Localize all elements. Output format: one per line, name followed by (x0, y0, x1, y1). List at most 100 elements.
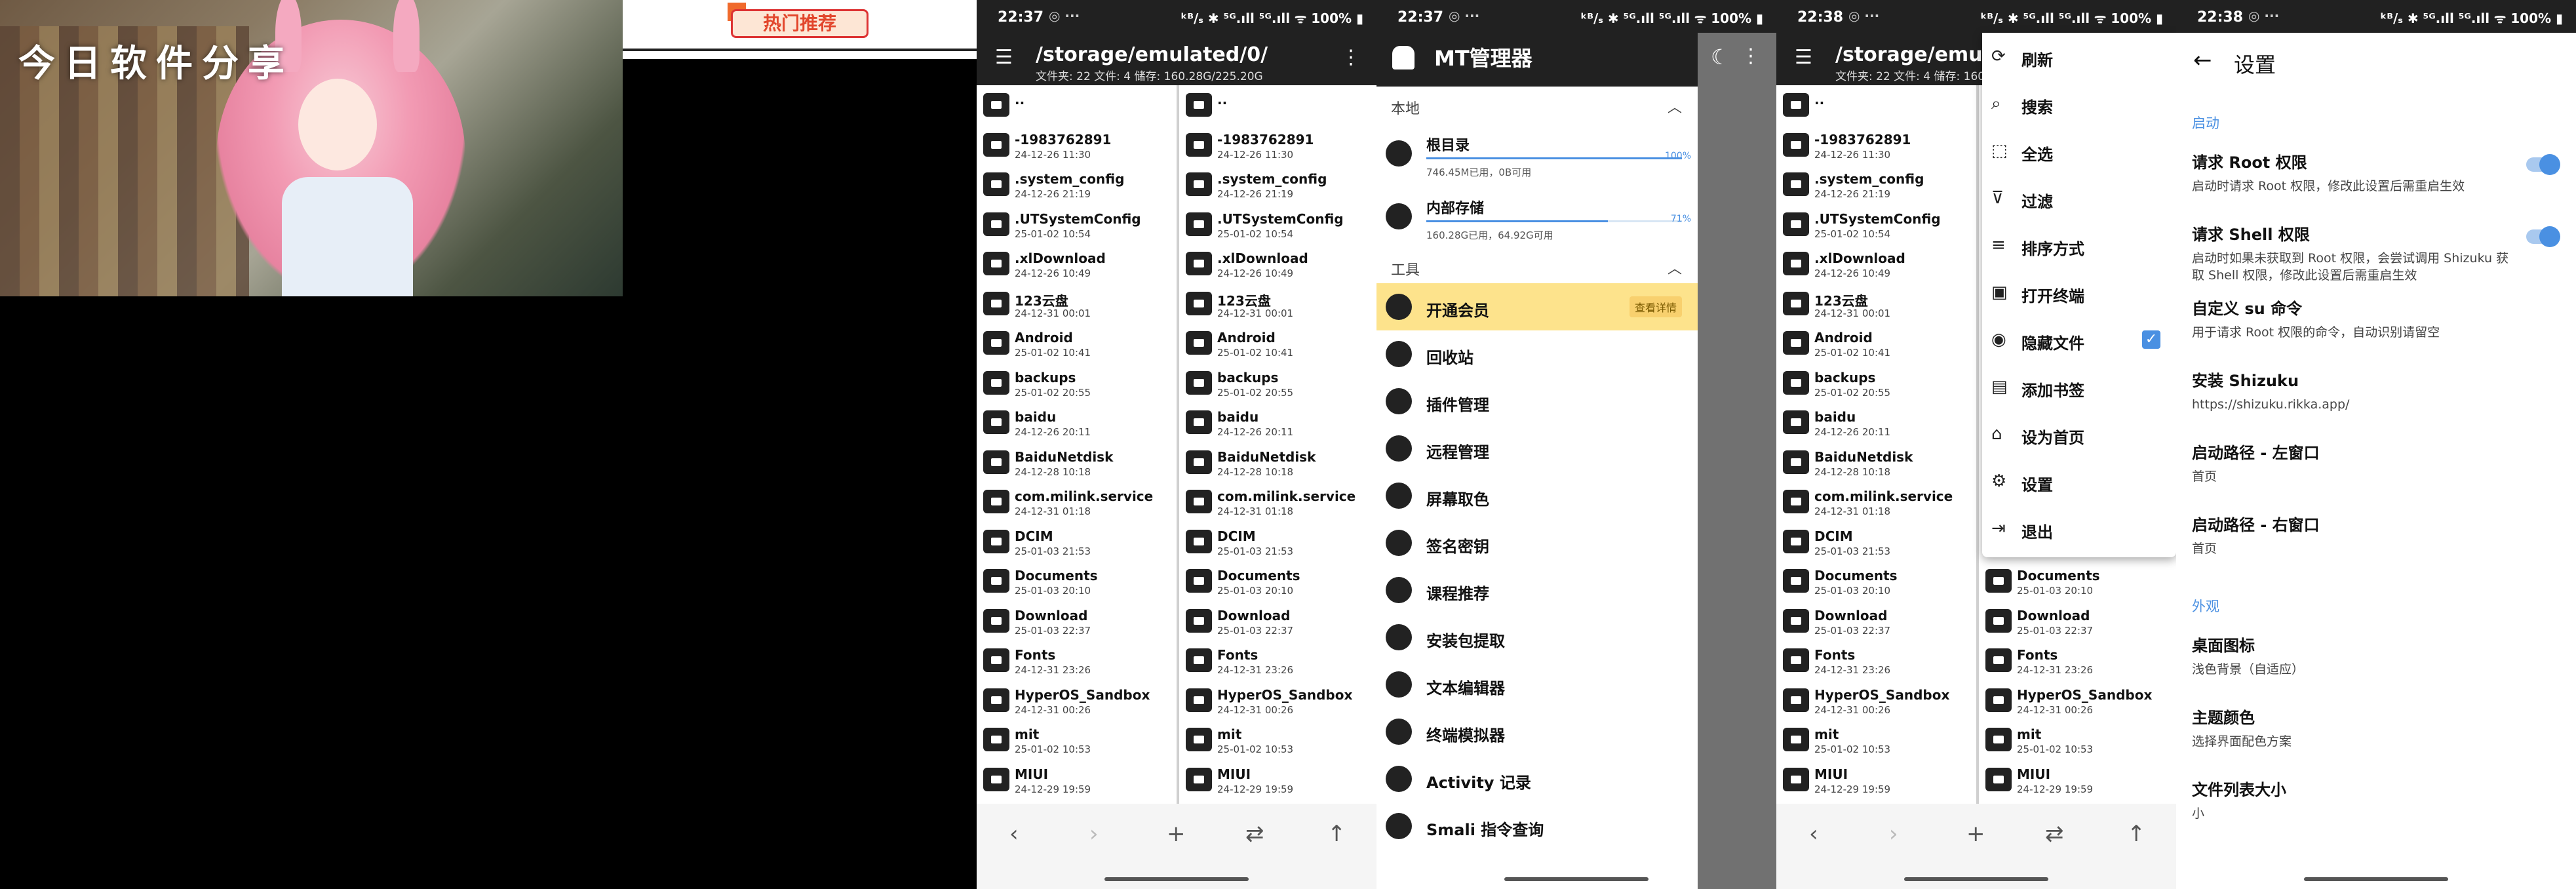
drawer-scrim[interactable] (1698, 33, 1776, 889)
file-row[interactable]: mit 25-01-02 10:53 (1979, 720, 2176, 760)
up-icon[interactable]: ↑ (1327, 821, 1346, 847)
drawer-item[interactable]: 签名密钥 (1376, 519, 1698, 566)
file-row[interactable]: mit 25-01-02 10:53 (1776, 720, 1976, 760)
settings-item[interactable]: 启动路径 - 左窗口 首页 (2176, 428, 2576, 500)
file-row[interactable]: Android25-01-02 10:41 (977, 323, 1177, 363)
file-row[interactable]: com.milink.service24-12-31 01:18 (1179, 482, 1376, 522)
back-icon[interactable]: ‹ (1009, 821, 1019, 847)
settings-item[interactable]: 启动路径 - 右窗口 首页 (2176, 500, 2576, 572)
file-row[interactable]: Android25-01-02 10:41 (1179, 323, 1376, 363)
file-row[interactable]: .system_config24-12-26 21:19 (1179, 165, 1376, 205)
storage-item[interactable]: 根目录 100% 746.45M已用，0B可用 (1376, 122, 1698, 185)
menu-item[interactable]: ≡ 排序方式 (1982, 222, 2176, 269)
swap-panes-icon[interactable]: ⇄ (1245, 821, 1264, 847)
vip-details-button[interactable]: 查看详情 (1629, 296, 1682, 317)
file-row[interactable]: -198376289124-12-26 11:30 (977, 125, 1177, 165)
file-row[interactable]: .xlDownload24-12-26 10:49 (1179, 244, 1376, 284)
menu-item[interactable]: ▣ 打开终端 (1982, 269, 2176, 316)
add-icon[interactable]: + (1966, 821, 1985, 847)
file-row[interactable]: backups25-01-02 20:55 (1776, 363, 1976, 403)
storage-item[interactable]: 内部存储 71% 160.28G已用，64.92G可用 (1376, 185, 1698, 248)
file-row[interactable]: DCIM25-01-03 21:53 (977, 522, 1177, 562)
toggle-switch[interactable] (2526, 226, 2560, 247)
file-row[interactable]: .xlDownload24-12-26 10:49 (977, 244, 1177, 284)
file-row[interactable]: Android25-01-02 10:41 (1776, 323, 1976, 363)
file-row[interactable]: .system_config24-12-26 21:19 (977, 165, 1177, 205)
file-row[interactable]: Download 25-01-03 22:37 (1776, 601, 1976, 641)
file-row[interactable]: MIUI 24-12-29 19:59 (1179, 760, 1376, 800)
drawer-item[interactable]: 远程管理 (1376, 425, 1698, 472)
menu-item[interactable]: ⬚ 全选 (1982, 127, 2176, 174)
add-icon[interactable]: + (1167, 821, 1186, 847)
swap-panes-icon[interactable]: ⇄ (2045, 821, 2064, 847)
menu-item[interactable]: ⟳ 刷新 (1982, 33, 2176, 80)
drawer-item[interactable]: 回收站 (1376, 330, 1698, 378)
file-row[interactable]: baidu24-12-26 20:11 (977, 403, 1177, 443)
file-row[interactable]: mit 25-01-02 10:53 (977, 720, 1177, 760)
file-row[interactable]: .xlDownload24-12-26 10:49 (1776, 244, 1976, 284)
file-row[interactable]: .. (977, 85, 1177, 125)
file-row[interactable]: MIUI 24-12-29 19:59 (1979, 760, 2176, 800)
more-options-icon[interactable]: ⋮ (1741, 45, 1761, 68)
menu-item[interactable]: ⚙ 设置 (1982, 458, 2176, 505)
forward-icon[interactable]: › (1089, 821, 1099, 847)
file-row[interactable]: 123云盘24-12-31 00:01 (1776, 284, 1976, 324)
settings-item[interactable]: 桌面图标 浅色背景（自适应） (2176, 621, 2576, 693)
file-row[interactable]: Download 25-01-03 22:37 (977, 601, 1177, 641)
vip-item[interactable]: 开通会员 查看详情 (1376, 283, 1698, 330)
file-row[interactable]: backups25-01-02 20:55 (977, 363, 1177, 403)
menu-item[interactable]: ▤ 添加书签 (1982, 363, 2176, 410)
file-row[interactable]: .. (1776, 85, 1976, 125)
file-row[interactable]: BaiduNetdisk24-12-28 10:18 (1776, 443, 1976, 483)
file-row[interactable]: backups25-01-02 20:55 (1179, 363, 1376, 403)
file-row[interactable]: Documents 25-01-03 20:10 (1979, 561, 2176, 601)
file-row[interactable]: BaiduNetdisk24-12-28 10:18 (977, 443, 1177, 483)
settings-item[interactable]: 请求 Root 权限 启动时请求 Root 权限，修改此设置后需重启生效 (2176, 138, 2576, 210)
more-options-icon[interactable]: ⋮ (1341, 46, 1361, 69)
night-mode-icon[interactable]: ☾ (1711, 45, 1730, 69)
file-row[interactable]: Documents 25-01-03 20:10 (977, 561, 1177, 601)
file-row[interactable]: MIUI 24-12-29 19:59 (1776, 760, 1976, 800)
drawer-item[interactable]: 安装包提取 (1376, 614, 1698, 661)
file-row[interactable]: baidu24-12-26 20:11 (1776, 403, 1976, 443)
file-row[interactable]: DCIM25-01-03 21:53 (1179, 522, 1376, 562)
section-tools[interactable]: 工具 ︿ (1376, 248, 1698, 283)
file-row[interactable]: Fonts 24-12-31 23:26 (977, 641, 1177, 681)
file-row[interactable]: Download 25-01-03 22:37 (1179, 601, 1376, 641)
settings-item[interactable]: 安装 Shizuku https://shizuku.rikka.app/ (2176, 356, 2576, 428)
drawer-item[interactable]: 文本编辑器 (1376, 661, 1698, 708)
settings-item[interactable]: 主题颜色 选择界面配色方案 (2176, 693, 2576, 765)
file-row[interactable]: 123云盘24-12-31 00:01 (977, 284, 1177, 324)
drawer-item[interactable]: 终端模拟器 (1376, 708, 1698, 755)
forward-icon[interactable]: › (1889, 821, 1898, 847)
menu-item[interactable]: ⊽ 过滤 (1982, 174, 2176, 222)
section-local[interactable]: 本地 ︿ (1376, 87, 1698, 122)
file-row[interactable]: Fonts 24-12-31 23:26 (1179, 641, 1376, 681)
settings-item[interactable]: 文件列表大小小 (2176, 765, 2576, 837)
file-row[interactable]: mit 25-01-02 10:53 (1179, 720, 1376, 760)
menu-item[interactable]: ◉ 隐藏文件 ✓ (1982, 316, 2176, 363)
file-row[interactable]: 123云盘24-12-31 00:01 (1179, 284, 1376, 324)
file-row[interactable]: Fonts 24-12-31 23:26 (1776, 641, 1976, 681)
drawer-item[interactable]: 屏幕取色 (1376, 472, 1698, 519)
menu-item[interactable]: ⌂ 设为首页 (1982, 410, 2176, 458)
settings-item[interactable]: 请求 Shell 权限 启动时如果未获取到 Root 权限，会尝试调用 Shizu… (2176, 210, 2576, 284)
file-row[interactable]: DCIM25-01-03 21:53 (1776, 522, 1976, 562)
file-row[interactable]: Fonts 24-12-31 23:26 (1979, 641, 2176, 681)
file-row[interactable]: com.milink.service24-12-31 01:18 (1776, 482, 1976, 522)
file-row[interactable]: Download 25-01-03 22:37 (1979, 601, 2176, 641)
file-row[interactable]: Documents 25-01-03 20:10 (1179, 561, 1376, 601)
file-row[interactable]: MIUI 24-12-29 19:59 (977, 760, 1177, 800)
checkbox-checked[interactable]: ✓ (2142, 330, 2160, 349)
file-row[interactable]: HyperOS_Sandbox 24-12-31 00:26 (1776, 681, 1976, 721)
file-row[interactable]: HyperOS_Sandbox 24-12-31 00:26 (1979, 681, 2176, 721)
back-arrow-icon[interactable]: ← (2193, 47, 2212, 73)
file-row[interactable]: .UTSystemConfig25-01-02 10:54 (1179, 205, 1376, 245)
hamburger-menu-icon[interactable]: ☰ (1795, 48, 1817, 68)
menu-item[interactable]: ⇥ 退出 (1982, 505, 2176, 552)
file-row[interactable]: com.milink.service24-12-31 01:18 (977, 482, 1177, 522)
back-icon[interactable]: ‹ (1809, 821, 1818, 847)
file-row[interactable]: .UTSystemConfig25-01-02 10:54 (977, 205, 1177, 245)
file-row[interactable]: .UTSystemConfig25-01-02 10:54 (1776, 205, 1976, 245)
menu-item[interactable]: ⌕ 搜索 (1982, 80, 2176, 127)
